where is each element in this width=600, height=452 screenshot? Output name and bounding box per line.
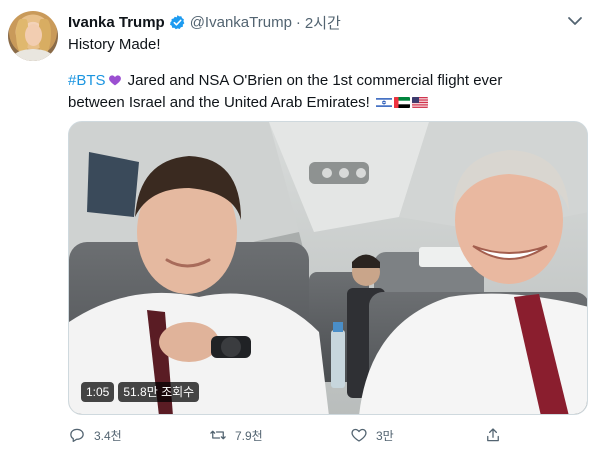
reply-icon — [70, 428, 84, 443]
chevron-down-icon[interactable] — [564, 12, 586, 30]
tweet-text-line1: History Made! — [68, 36, 161, 53]
reply-button[interactable]: 3.4천 — [68, 426, 122, 444]
israel-flag-icon — [376, 97, 393, 108]
author-avatar[interactable] — [8, 11, 58, 61]
tweet-text-body: #BTS Jared and NSA O'Brien on the 1st co… — [68, 70, 588, 114]
retweet-button[interactable]: 7.9천 — [209, 426, 263, 444]
tweet-timestamp[interactable]: 2시간 — [305, 12, 341, 33]
author-display-name[interactable]: Ivanka Trump — [68, 14, 165, 31]
share-icon — [487, 428, 499, 442]
video-player[interactable]: 1:05 51.8만 조회수 — [68, 121, 588, 415]
reply-count: 3.4천 — [94, 428, 122, 443]
share-button[interactable] — [484, 426, 510, 444]
like-button[interactable]: 3만 — [350, 426, 394, 444]
video-views: 51.8만 조회수 — [118, 382, 200, 402]
author-handle[interactable]: @IvankaTrump — [190, 14, 292, 31]
tweet-actions: 3.4천 7.9천 3만 — [68, 426, 588, 446]
us-flag-icon — [412, 97, 429, 108]
like-count: 3만 — [376, 428, 394, 443]
header-separator: · — [295, 13, 301, 31]
uae-flag-icon — [394, 97, 411, 108]
tweet-header: Ivanka Trump @IvankaTrump · 2시간 — [68, 12, 341, 32]
hashtag-link[interactable]: #BTS — [68, 72, 106, 89]
tweet: Ivanka Trump @IvankaTrump · 2시간 History … — [0, 0, 600, 452]
like-icon — [351, 428, 367, 442]
video-thumbnail — [69, 122, 587, 414]
video-meta: 1:05 51.8만 조회수 — [81, 382, 200, 402]
video-duration: 1:05 — [81, 382, 115, 402]
tweet-text-a: Jared and NSA O'Brien on the 1st commerc… — [123, 72, 503, 89]
verified-badge-icon — [169, 14, 185, 29]
retweet-icon — [210, 430, 226, 440]
purple-heart-icon — [108, 75, 121, 86]
tweet-text-b: between Israel and the United Arab Emira… — [68, 94, 370, 111]
retweet-count: 7.9천 — [235, 428, 263, 443]
